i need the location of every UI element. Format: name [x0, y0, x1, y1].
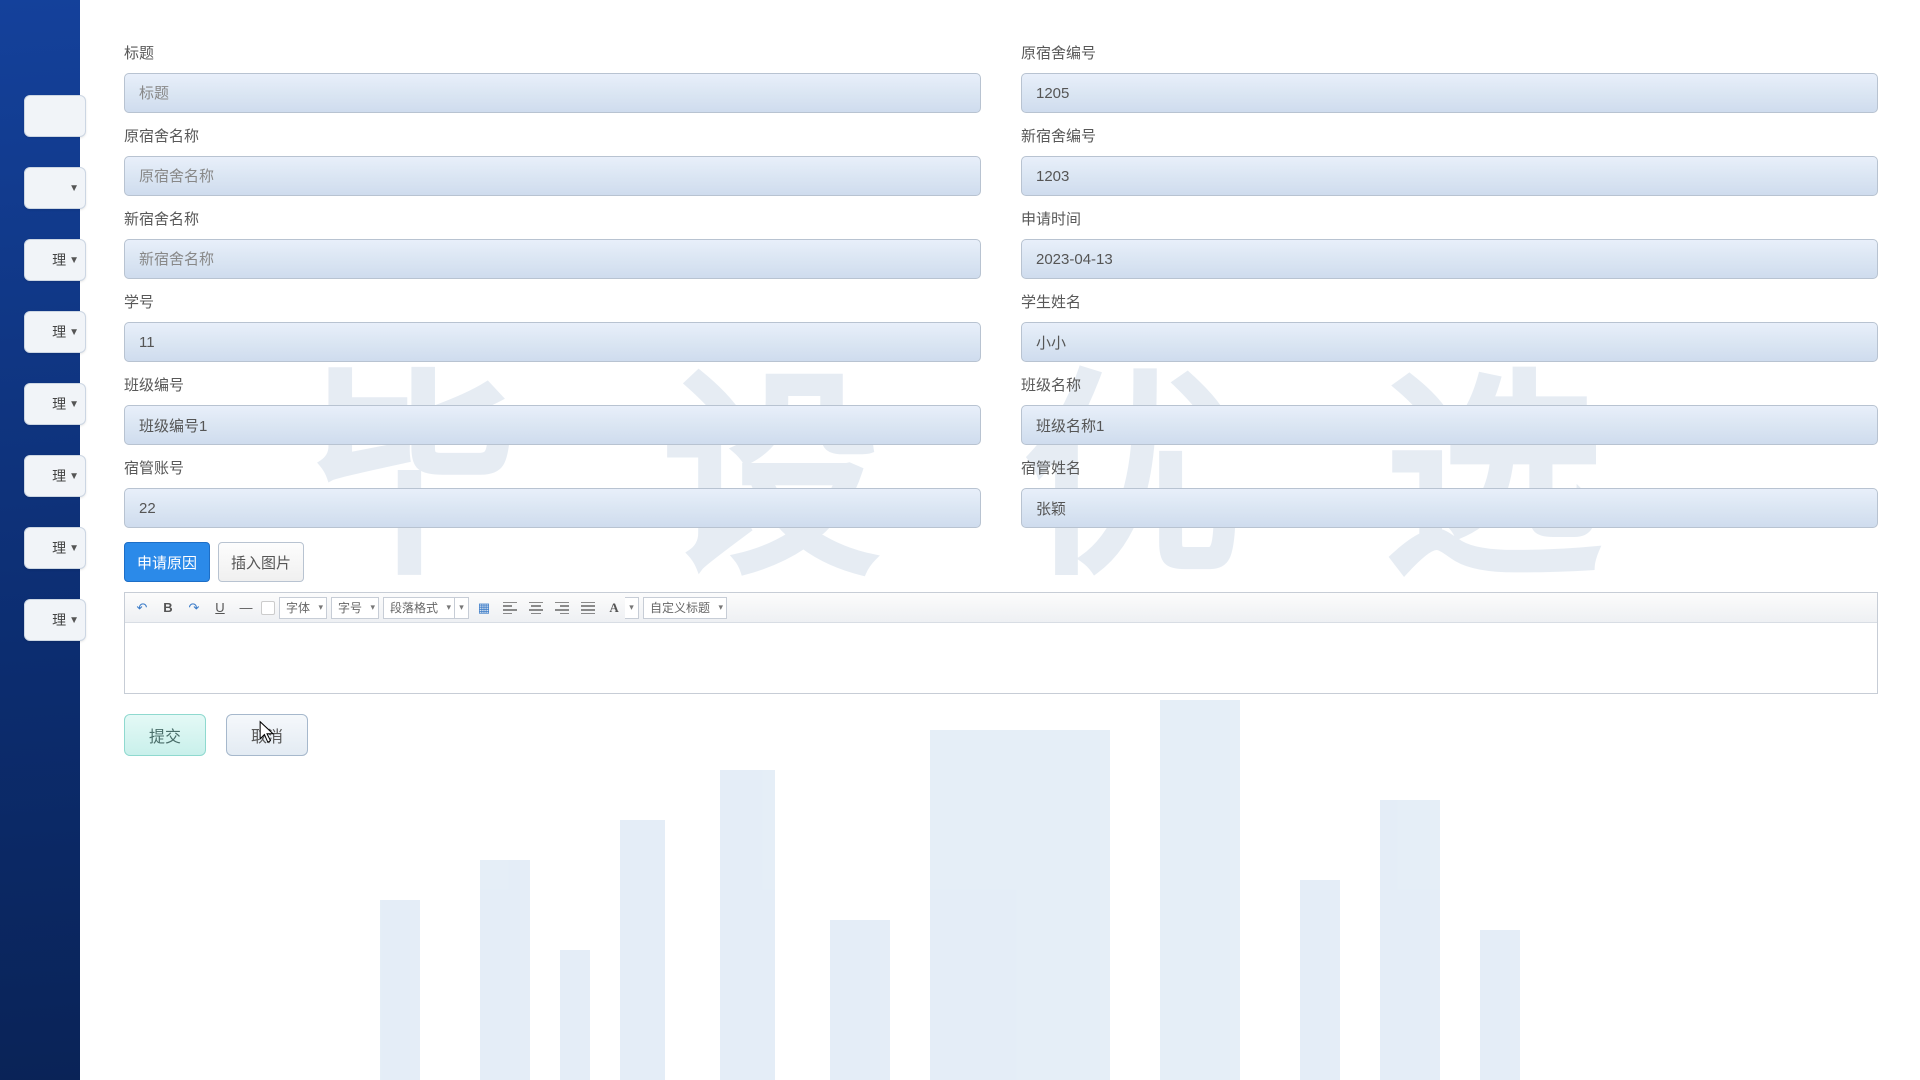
- font-size-label: 字号: [338, 599, 362, 616]
- field-new-dorm-name: 新宿舍名称: [124, 196, 981, 279]
- input-class-name[interactable]: [1021, 405, 1878, 445]
- font-size-select[interactable]: 字号: [331, 597, 379, 619]
- field-old-dorm-id: 原宿舍编号: [1021, 30, 1878, 113]
- action-row: 提交 取消: [124, 714, 1878, 756]
- field-student-id: 学号: [124, 279, 981, 362]
- label-manager-name: 宿管姓名: [1021, 445, 1878, 488]
- font-family-label: 字体: [286, 599, 310, 616]
- sidebar-item-label: 理: [52, 538, 66, 558]
- sidebar-item-label: 理: [52, 610, 66, 630]
- bold-icon[interactable]: B: [157, 597, 179, 619]
- tab-insert-image[interactable]: 插入图片: [218, 542, 304, 582]
- sidebar-item-label: 理: [52, 466, 66, 486]
- input-student-id[interactable]: [124, 322, 981, 362]
- chevron-down-icon: ▼: [69, 255, 79, 266]
- field-student-name: 学生姓名: [1021, 279, 1878, 362]
- label-student-name: 学生姓名: [1021, 279, 1878, 322]
- chevron-down-icon: ▼: [69, 615, 79, 626]
- label-class-id: 班级编号: [124, 362, 981, 405]
- input-manager-name[interactable]: [1021, 488, 1878, 528]
- sidebar-item-0[interactable]: [24, 95, 86, 137]
- field-manager-name: 宿管姓名: [1021, 445, 1878, 528]
- form-grid: 标题 原宿舍名称 新宿舍名称 学号 班级编号 宿管账号: [124, 30, 1878, 528]
- submit-button[interactable]: 提交: [124, 714, 206, 756]
- table-icon[interactable]: ▦: [473, 597, 495, 619]
- sidebar-item-5[interactable]: 理 ▼: [24, 455, 86, 497]
- chevron-down-icon: ▼: [69, 327, 79, 338]
- sidebar-item-4[interactable]: 理 ▼: [24, 383, 86, 425]
- editor-body[interactable]: [125, 623, 1877, 693]
- label-old-dorm-name: 原宿舍名称: [124, 113, 981, 156]
- sidebar-item-6[interactable]: 理 ▼: [24, 527, 86, 569]
- input-title[interactable]: [124, 73, 981, 113]
- label-title: 标题: [124, 30, 981, 73]
- paragraph-dropdown-icon[interactable]: ▾: [455, 597, 469, 619]
- sidebar-item-label: 理: [52, 394, 66, 414]
- input-new-dorm-id[interactable]: [1021, 156, 1878, 196]
- paragraph-format-label: 段落格式: [390, 599, 438, 616]
- font-color-icon[interactable]: A: [603, 597, 625, 619]
- sidebar-item-1[interactable]: ▼: [24, 167, 86, 209]
- input-apply-date[interactable]: [1021, 239, 1878, 279]
- font-color-dropdown-icon[interactable]: ▾: [625, 597, 639, 619]
- input-old-dorm-id[interactable]: [1021, 73, 1878, 113]
- redo-icon[interactable]: ↷: [183, 597, 205, 619]
- sidebar-item-3[interactable]: 理 ▼: [24, 311, 86, 353]
- label-apply-date: 申请时间: [1021, 196, 1878, 239]
- editor-tabs: 申请原因 插入图片: [124, 542, 1878, 582]
- tab-apply-reason[interactable]: 申请原因: [124, 542, 210, 582]
- sidebar: ▼ 理 ▼ 理 ▼ 理 ▼ 理 ▼ 理 ▼ 理 ▼: [0, 0, 80, 1080]
- undo-icon[interactable]: ↶: [131, 597, 153, 619]
- input-manager-account[interactable]: [124, 488, 981, 528]
- chevron-down-icon: ▼: [69, 183, 79, 194]
- align-center-icon[interactable]: [525, 597, 547, 619]
- sidebar-item-2[interactable]: 理 ▼: [24, 239, 86, 281]
- form-col-right: 原宿舍编号 新宿舍编号 申请时间 学生姓名 班级名称 宿管姓名: [1021, 30, 1878, 528]
- field-manager-account: 宿管账号: [124, 445, 981, 528]
- label-manager-account: 宿管账号: [124, 445, 981, 488]
- input-new-dorm-name[interactable]: [124, 239, 981, 279]
- main-content: 标题 原宿舍名称 新宿舍名称 学号 班级编号 宿管账号: [82, 0, 1920, 776]
- field-new-dorm-id: 新宿舍编号: [1021, 113, 1878, 196]
- field-class-name: 班级名称: [1021, 362, 1878, 445]
- align-left-icon[interactable]: [499, 597, 521, 619]
- paragraph-format-select[interactable]: 段落格式: [383, 597, 455, 619]
- sidebar-item-label: 理: [52, 322, 66, 342]
- field-old-dorm-name: 原宿舍名称: [124, 113, 981, 196]
- tab-label: 申请原因: [137, 552, 197, 573]
- rich-text-editor: ↶ B ↷ U — 字体 字号 段落格式 ▾ ▦: [124, 592, 1878, 694]
- strikethrough-icon[interactable]: —: [235, 597, 257, 619]
- editor-toolbar: ↶ B ↷ U — 字体 字号 段落格式 ▾ ▦: [125, 593, 1877, 623]
- tab-label: 插入图片: [231, 552, 291, 573]
- input-old-dorm-name[interactable]: [124, 156, 981, 196]
- submit-label: 提交: [149, 729, 181, 746]
- form-col-left: 标题 原宿舍名称 新宿舍名称 学号 班级编号 宿管账号: [124, 30, 981, 528]
- chevron-down-icon: ▼: [69, 471, 79, 482]
- label-new-dorm-name: 新宿舍名称: [124, 196, 981, 239]
- label-class-name: 班级名称: [1021, 362, 1878, 405]
- align-justify-icon[interactable]: [577, 597, 599, 619]
- chevron-down-icon: ▼: [69, 399, 79, 410]
- align-right-icon[interactable]: [551, 597, 573, 619]
- sidebar-item-7[interactable]: 理 ▼: [24, 599, 86, 641]
- label-old-dorm-id: 原宿舍编号: [1021, 30, 1878, 73]
- underline-icon[interactable]: U: [209, 597, 231, 619]
- font-family-select[interactable]: 字体: [279, 597, 327, 619]
- chevron-down-icon: ▼: [69, 543, 79, 554]
- label-new-dorm-id: 新宿舍编号: [1021, 113, 1878, 156]
- custom-title-select[interactable]: 自定义标题: [643, 597, 727, 619]
- sidebar-tabs: ▼ 理 ▼ 理 ▼ 理 ▼ 理 ▼ 理 ▼ 理 ▼: [24, 95, 86, 671]
- label-student-id: 学号: [124, 279, 981, 322]
- field-title: 标题: [124, 30, 981, 113]
- clear-format-icon[interactable]: [261, 601, 275, 615]
- field-class-id: 班级编号: [124, 362, 981, 445]
- cancel-label: 取消: [251, 729, 283, 746]
- custom-title-label: 自定义标题: [650, 599, 710, 616]
- input-student-name[interactable]: [1021, 322, 1878, 362]
- field-apply-date: 申请时间: [1021, 196, 1878, 279]
- input-class-id[interactable]: [124, 405, 981, 445]
- sidebar-item-label: 理: [52, 250, 66, 270]
- cancel-button[interactable]: 取消: [226, 714, 308, 756]
